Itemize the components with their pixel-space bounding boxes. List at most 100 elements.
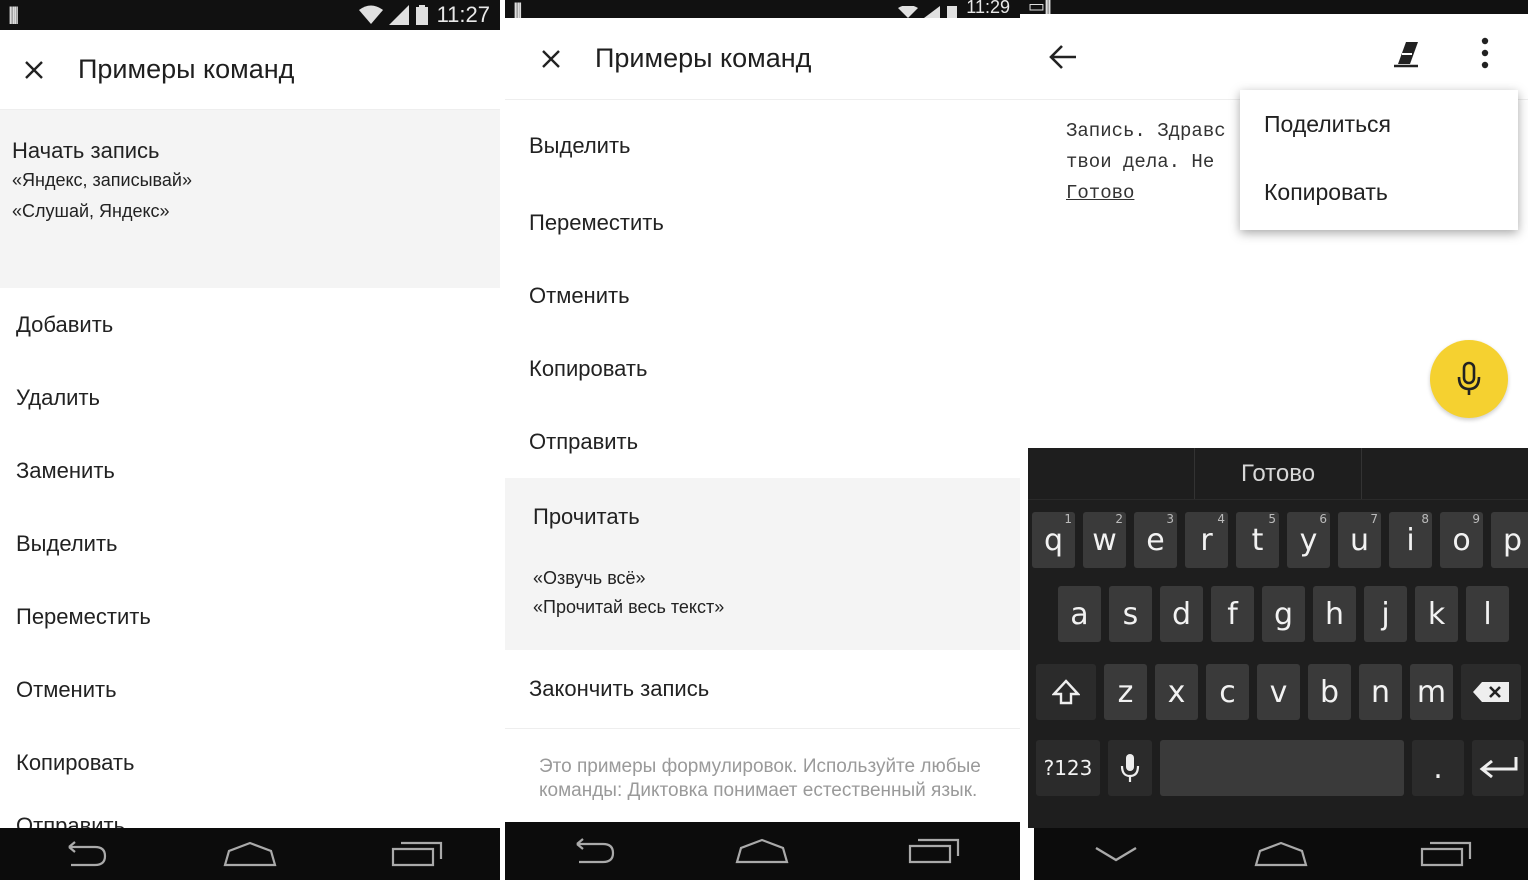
- key-k[interactable]: k: [1415, 586, 1458, 642]
- home-button[interactable]: [1251, 834, 1311, 874]
- home-button[interactable]: [732, 831, 792, 871]
- microphone-icon: [1120, 754, 1140, 782]
- key-f[interactable]: f: [1211, 586, 1254, 642]
- key-h[interactable]: h: [1313, 586, 1356, 642]
- key-q[interactable]: q1: [1032, 512, 1075, 568]
- key-y[interactable]: y6: [1287, 512, 1330, 568]
- recents-button[interactable]: [1416, 834, 1476, 874]
- key-d[interactable]: d: [1160, 586, 1203, 642]
- key-b[interactable]: b: [1308, 664, 1351, 720]
- navigation-bar: [505, 822, 1020, 880]
- wifi-icon: [898, 6, 919, 18]
- key-i[interactable]: i8: [1389, 512, 1432, 568]
- command-item[interactable]: Выделить: [0, 507, 500, 580]
- key-r[interactable]: r4: [1185, 512, 1228, 568]
- key-n[interactable]: n: [1359, 664, 1402, 720]
- key-u[interactable]: u7: [1338, 512, 1381, 568]
- signal-icon: [924, 6, 941, 18]
- back-button[interactable]: [561, 831, 621, 871]
- key-x[interactable]: x: [1155, 664, 1198, 720]
- key-label: w: [1092, 522, 1117, 558]
- wifi-icon: [358, 5, 383, 24]
- command-item[interactable]: Копировать: [0, 726, 500, 799]
- key-m[interactable]: m: [1410, 664, 1453, 720]
- command-item[interactable]: Копировать: [505, 332, 1020, 405]
- back-nav-icon: [576, 838, 614, 864]
- command-item-expanded[interactable]: Начать запись «Яндекс, записывай» «Слуша…: [0, 110, 500, 288]
- phone-screen-3: ▭ ||| Запись. Здравс твои дела. Не Готов…: [1020, 0, 1528, 880]
- status-time: 11:27: [436, 2, 490, 27]
- close-button[interactable]: [18, 54, 50, 86]
- app-bar: Примеры команд: [0, 30, 500, 110]
- command-list: Выделить Переместить Отменить Копировать…: [505, 100, 1020, 829]
- menu-item-copy[interactable]: Копировать: [1240, 158, 1518, 226]
- backspace-key[interactable]: [1461, 664, 1521, 720]
- key-label: r: [1200, 522, 1213, 558]
- recents-nav-icon: [1420, 841, 1471, 867]
- keyboard-row-2: asdfghjkl: [1058, 586, 1517, 642]
- key-w[interactable]: w2: [1083, 512, 1126, 568]
- suggestion-center[interactable]: Готово: [1194, 448, 1361, 499]
- key-v[interactable]: v: [1257, 664, 1300, 720]
- menu-item-share[interactable]: Поделиться: [1240, 90, 1518, 158]
- symbols-key[interactable]: ?123: [1036, 740, 1100, 796]
- microphone-icon: [1457, 361, 1481, 395]
- recents-button[interactable]: [904, 831, 964, 871]
- command-item[interactable]: Переместить: [0, 580, 500, 653]
- period-key[interactable]: .: [1412, 740, 1464, 796]
- key-hint: 7: [1370, 512, 1378, 526]
- close-icon: [542, 49, 560, 68]
- close-button[interactable]: [535, 43, 567, 75]
- key-label: i: [1406, 522, 1415, 558]
- key-l[interactable]: l: [1466, 586, 1509, 642]
- voice-key[interactable]: [1108, 740, 1152, 796]
- recents-button[interactable]: [387, 834, 447, 874]
- command-item[interactable]: Отменить: [0, 653, 500, 726]
- shift-key[interactable]: [1036, 664, 1096, 720]
- space-key[interactable]: [1160, 740, 1404, 796]
- shift-icon: [1052, 679, 1080, 705]
- key-a[interactable]: a: [1058, 586, 1101, 642]
- key-s[interactable]: s: [1109, 586, 1152, 642]
- keyboard-row-1: q1w2e3r4t5y6u7i8o9p: [1032, 512, 1528, 568]
- suggestion-left[interactable]: [1028, 448, 1194, 499]
- command-item[interactable]: Переместить: [505, 186, 1020, 259]
- enter-key[interactable]: [1472, 740, 1524, 796]
- voice-input-button[interactable]: [1430, 340, 1508, 418]
- key-hint: 8: [1421, 512, 1429, 526]
- back-arrow-button[interactable]: [1048, 42, 1078, 72]
- home-button[interactable]: [220, 834, 280, 874]
- home-nav-icon: [223, 841, 277, 867]
- keyboard-row-3: zxcvbnm: [1036, 664, 1521, 720]
- page-title: Примеры команд: [78, 54, 295, 84]
- command-item[interactable]: Добавить: [0, 288, 500, 361]
- eraser-icon: [1394, 42, 1418, 68]
- suggestion-right[interactable]: [1361, 448, 1528, 499]
- command-item[interactable]: Удалить: [0, 361, 500, 434]
- key-hint: 5: [1268, 512, 1276, 526]
- key-e[interactable]: e3: [1134, 512, 1177, 568]
- key-label: o: [1452, 522, 1471, 558]
- key-j[interactable]: j: [1364, 586, 1407, 642]
- phone-screen-2: |||| 11:29 Примеры команд Выделить Перем…: [505, 0, 1020, 880]
- key-t[interactable]: t5: [1236, 512, 1279, 568]
- keyboard-row-4: ?123 .: [1036, 740, 1524, 796]
- command-item[interactable]: Закончить запись: [505, 650, 1020, 728]
- more-options-button[interactable]: [1478, 36, 1492, 70]
- key-label: p: [1502, 522, 1523, 558]
- command-item[interactable]: Выделить: [505, 100, 1020, 186]
- key-o[interactable]: o9: [1440, 512, 1483, 568]
- clear-text-button[interactable]: [1392, 38, 1424, 70]
- key-z[interactable]: z: [1104, 664, 1147, 720]
- command-item[interactable]: Заменить: [0, 434, 500, 507]
- hide-keyboard-button[interactable]: [1086, 834, 1146, 874]
- command-item-expanded[interactable]: Прочитать «Озвучь всё» «Прочитай весь те…: [505, 478, 1020, 650]
- key-c[interactable]: c: [1206, 664, 1249, 720]
- command-item[interactable]: Отправить: [505, 405, 1020, 478]
- key-g[interactable]: g: [1262, 586, 1305, 642]
- navigation-bar: [1034, 828, 1528, 880]
- back-button[interactable]: [53, 834, 113, 874]
- command-item[interactable]: Отменить: [505, 259, 1020, 332]
- key-p[interactable]: p: [1491, 512, 1528, 568]
- key-hint: 2: [1115, 512, 1123, 526]
